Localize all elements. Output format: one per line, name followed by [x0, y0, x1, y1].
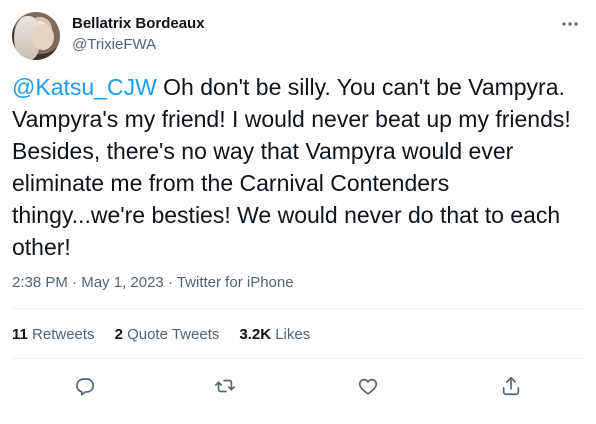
divider [12, 308, 584, 309]
retweets-count: 11 [12, 326, 28, 343]
quote-tweets-stat[interactable]: 2 Quote Tweets [115, 325, 220, 345]
likes-count: 3.2K [239, 326, 272, 343]
tweet-time[interactable]: 2:38 PM [12, 274, 68, 291]
mention-link[interactable]: @Katsu_CJW [12, 74, 157, 100]
tweet-body: Oh don't be silly. You can't be Vampyra.… [12, 74, 571, 260]
avatar-face [32, 24, 54, 50]
more-options-button[interactable] [558, 14, 582, 34]
likes-stat[interactable]: 3.2K Likes [239, 325, 310, 345]
meta-separator: · [67, 274, 82, 291]
tweet-detail: Bellatrix Bordeaux @TrixieFWA @Katsu_CJW… [0, 0, 596, 424]
user-handle[interactable]: @TrixieFWA [72, 35, 205, 55]
display-name[interactable]: Bellatrix Bordeaux [72, 14, 205, 34]
quote-tweets-label: Quote Tweets [127, 326, 220, 343]
reply-icon [74, 375, 96, 397]
retweets-label: Retweets [32, 326, 95, 343]
share-icon [500, 375, 522, 397]
tweet-meta: 2:38 PM · May 1, 2023 · Twitter for iPho… [12, 273, 294, 293]
author-names: Bellatrix Bordeaux @TrixieFWA [72, 14, 205, 55]
divider [12, 358, 584, 359]
tweet-header: Bellatrix Bordeaux @TrixieFWA [12, 12, 584, 60]
meta-separator: · [163, 274, 177, 291]
tweet-source[interactable]: Twitter for iPhone [177, 274, 294, 291]
tweet-stats: 11 Retweets 2 Quote Tweets 3.2K Likes [12, 325, 330, 345]
share-button[interactable] [497, 372, 525, 400]
retweets-stat[interactable]: 11 Retweets [12, 325, 95, 345]
retweet-icon [214, 375, 236, 397]
tweet-date[interactable]: May 1, 2023 [81, 274, 164, 291]
retweet-button[interactable] [211, 372, 239, 400]
heart-icon [357, 375, 379, 397]
tweet-text: @Katsu_CJW Oh don't be silly. You can't … [12, 71, 584, 263]
likes-label: Likes [275, 326, 311, 343]
avatar[interactable] [12, 12, 60, 60]
quote-tweets-count: 2 [114, 326, 123, 343]
like-button[interactable] [354, 372, 382, 400]
tweet-actions [0, 372, 596, 400]
more-options-icon [561, 21, 579, 27]
reply-button[interactable] [71, 372, 99, 400]
